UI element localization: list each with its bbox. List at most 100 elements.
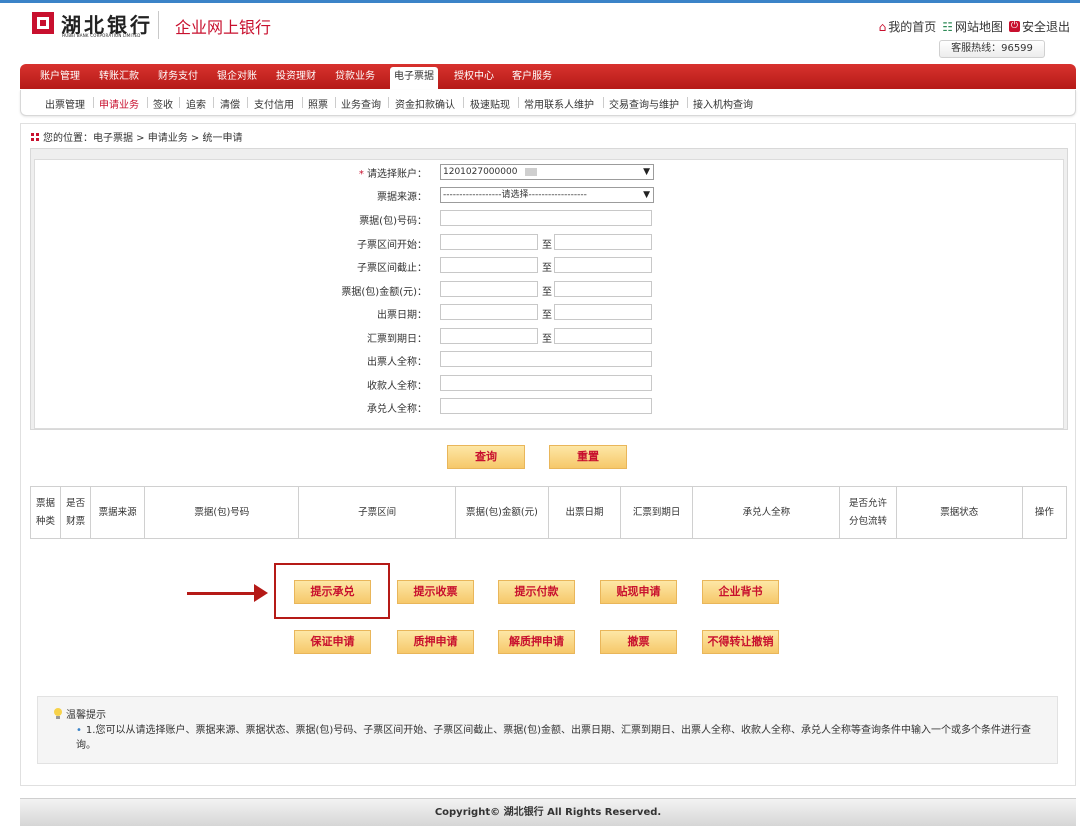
- sub-nav-query[interactable]: 业务查询: [341, 96, 381, 111]
- range-separator: 至: [542, 310, 552, 321]
- column-header: 是否允许 分包流转: [839, 486, 897, 539]
- pledge-apply-button[interactable]: 质押申请: [397, 630, 474, 654]
- column-header: 票据来源: [90, 486, 146, 539]
- logout-icon: ⏻: [1008, 21, 1020, 32]
- main-nav-reconcile[interactable]: 银企对账: [217, 64, 257, 89]
- endorse-button[interactable]: 企业背书: [702, 580, 779, 604]
- bullet-icon: •: [76, 725, 82, 736]
- payee-input[interactable]: [440, 375, 652, 391]
- sitemap-link[interactable]: ☷ 网站地图: [942, 18, 1003, 35]
- issue-date-to-input[interactable]: [554, 304, 652, 320]
- column-header: 承兑人全称: [692, 486, 841, 539]
- lightbulb-icon: [53, 707, 63, 720]
- sub-nav-discount[interactable]: 极速贴现: [470, 96, 510, 111]
- search-form: * 请选择账户： 1201027000000 ▼ 票据来源： ----------…: [34, 159, 1064, 429]
- sub-end-label: 子票区间截止：: [357, 263, 427, 274]
- sub-start-from-input[interactable]: [440, 234, 538, 250]
- column-header: 票据状态: [895, 486, 1023, 539]
- tips-text: • 1.您可以从请选择账户、票据来源、票据状态、票据(包)号码、子票区间开始、子票…: [76, 725, 1032, 751]
- bank-logo-icon: [32, 12, 54, 34]
- main-nav-transfer[interactable]: 转账汇款: [99, 64, 139, 89]
- sub-nav-trade[interactable]: 交易查询与维护: [609, 96, 679, 111]
- drawer-input[interactable]: [440, 351, 652, 367]
- main-nav-finance[interactable]: 财务支付: [158, 64, 198, 89]
- reset-button[interactable]: 重置: [549, 445, 627, 469]
- main-nav-auth[interactable]: 授权中心: [454, 64, 494, 89]
- sub-start-label: 子票区间开始：: [357, 240, 427, 251]
- breadcrumb: 您的位置：电子票据 > 申请业务 > 统一申请: [31, 129, 242, 144]
- number-input[interactable]: [440, 210, 652, 226]
- amount-to-input[interactable]: [554, 281, 652, 297]
- account-label: * 请选择账户：: [358, 169, 427, 180]
- number-label: 票据(包)号码：: [359, 216, 427, 227]
- chevron-down-icon: ▼: [643, 167, 650, 177]
- revoke-nontransfer-button[interactable]: 不得转让撤销: [702, 630, 779, 654]
- tips-title: 温馨提示: [53, 706, 106, 721]
- payee-label: 收款人全称：: [367, 381, 427, 392]
- breadcrumb-text: 您的位置：电子票据 > 申请业务 > 统一申请: [43, 133, 243, 144]
- due-date-label: 汇票到期日：: [367, 334, 427, 345]
- logout-link[interactable]: ⏻ 安全退出: [1008, 18, 1070, 35]
- issue-date-label: 出票日期：: [377, 310, 427, 321]
- present-acceptance-button[interactable]: 提示承兑: [294, 580, 371, 604]
- present-receipt-button[interactable]: 提示收票: [397, 580, 474, 604]
- top-links: ⌂ 我的首页 ☷ 网站地图 ⏻ 安全退出: [879, 18, 1070, 35]
- annotation-arrow-icon: [187, 592, 257, 595]
- sub-nav-settle[interactable]: 清偿: [220, 96, 240, 111]
- arrow-head-icon: [254, 584, 268, 602]
- sub-nav-divider: [335, 97, 336, 108]
- amount-from-input[interactable]: [440, 281, 538, 297]
- issue-date-from-input[interactable]: [440, 304, 538, 320]
- sub-nav-apply[interactable]: 申请业务: [99, 96, 139, 111]
- sub-nav-contacts[interactable]: 常用联系人维护: [524, 96, 594, 111]
- source-select[interactable]: ------------------请选择------------------ ▼: [440, 187, 654, 203]
- main-nav-invest[interactable]: 投资理财: [276, 64, 316, 89]
- home-icon: ⌂: [878, 19, 887, 34]
- due-date-from-input[interactable]: [440, 328, 538, 344]
- column-header: 子票区间: [298, 486, 456, 539]
- present-payment-button[interactable]: 提示付款: [498, 580, 575, 604]
- cancel-bill-button[interactable]: 撤票: [600, 630, 677, 654]
- product-name: 企业网上银行: [175, 18, 272, 37]
- grid-icon: [31, 132, 39, 141]
- guarantee-apply-button[interactable]: 保证申请: [294, 630, 371, 654]
- sub-nav-recourse[interactable]: 追索: [186, 96, 206, 111]
- acceptor-input[interactable]: [440, 398, 652, 414]
- sub-nav: 出票管理 申请业务 签收 追索 清偿 支付信用 照票 业务查询 资金扣款确认 极…: [20, 90, 1076, 116]
- range-separator: 至: [542, 334, 552, 345]
- sub-nav-divider: [179, 97, 180, 108]
- release-pledge-button[interactable]: 解质押申请: [498, 630, 575, 654]
- sub-end-from-input[interactable]: [440, 257, 538, 273]
- account-select[interactable]: 1201027000000 ▼: [440, 164, 654, 180]
- drawer-label: 出票人全称：: [367, 357, 427, 368]
- sub-nav-credit[interactable]: 支付信用: [254, 96, 294, 111]
- sub-nav-divider: [603, 97, 604, 108]
- column-header: 是否 财票: [60, 486, 92, 539]
- sub-nav-divider: [388, 97, 389, 108]
- due-date-to-input[interactable]: [554, 328, 652, 344]
- sub-nav-issue[interactable]: 出票管理: [45, 96, 85, 111]
- main-nav-loan[interactable]: 贷款业务: [335, 64, 375, 89]
- bank-name-english: HUBEI BANK CORPORATION LIMITED: [62, 33, 141, 38]
- main-nav-ebill[interactable]: 电子票据: [390, 67, 438, 89]
- main-nav-service[interactable]: 客户服务: [512, 64, 552, 89]
- sub-nav-sign[interactable]: 签收: [153, 96, 173, 111]
- query-button[interactable]: 查询: [447, 445, 525, 469]
- range-separator: 至: [542, 287, 552, 298]
- sitemap-icon: ☷: [942, 19, 953, 34]
- sub-end-to-input[interactable]: [554, 257, 652, 273]
- column-header: 票据(包)号码: [144, 486, 300, 539]
- sub-nav-deduct[interactable]: 资金扣款确认: [395, 96, 455, 111]
- home-link[interactable]: ⌂ 我的首页: [879, 18, 937, 35]
- sub-nav-institution[interactable]: 接入机构查询: [693, 96, 753, 111]
- sub-nav-divider: [213, 97, 214, 108]
- sub-nav-photo[interactable]: 照票: [308, 96, 328, 111]
- discount-apply-button[interactable]: 贴现申请: [600, 580, 677, 604]
- hotline-badge: 客服热线：96599: [939, 40, 1045, 58]
- sub-nav-divider: [93, 97, 94, 108]
- column-header: 票据(包)金额(元): [454, 486, 549, 539]
- chevron-down-icon: ▼: [643, 190, 650, 200]
- main-nav-account[interactable]: 账户管理: [40, 64, 80, 89]
- sub-start-to-input[interactable]: [554, 234, 652, 250]
- sub-nav-divider: [518, 97, 519, 108]
